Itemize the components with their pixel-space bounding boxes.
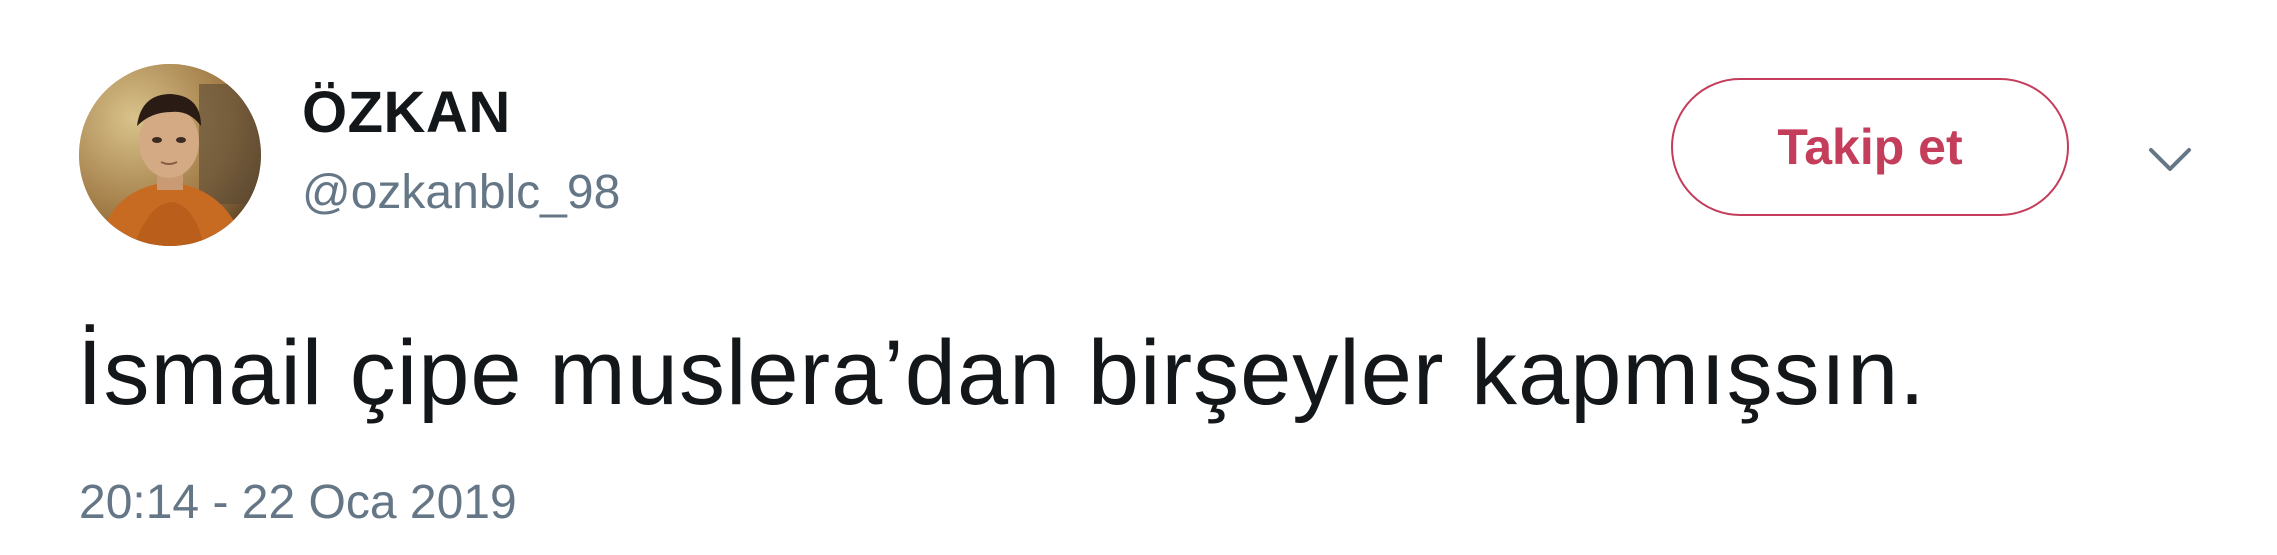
more-options-button[interactable]: [2140, 130, 2200, 190]
follow-button[interactable]: Takip et: [1671, 78, 2069, 216]
user-display-name[interactable]: ÖZKAN: [302, 78, 511, 148]
tweet-text: İsmail çipe muslera’dan birşeyler kapmış…: [77, 322, 1926, 424]
avatar[interactable]: [79, 64, 261, 246]
user-handle[interactable]: @ozkanblc_98: [302, 164, 620, 222]
avatar-photo: [79, 64, 261, 246]
chevron-down-icon: [2149, 148, 2191, 171]
tweet-card: ÖZKAN @ozkanblc_98 Takip et İsmail çipe …: [0, 0, 2277, 555]
tweet-timestamp[interactable]: 20:14 - 22 Oca 2019: [79, 474, 517, 532]
